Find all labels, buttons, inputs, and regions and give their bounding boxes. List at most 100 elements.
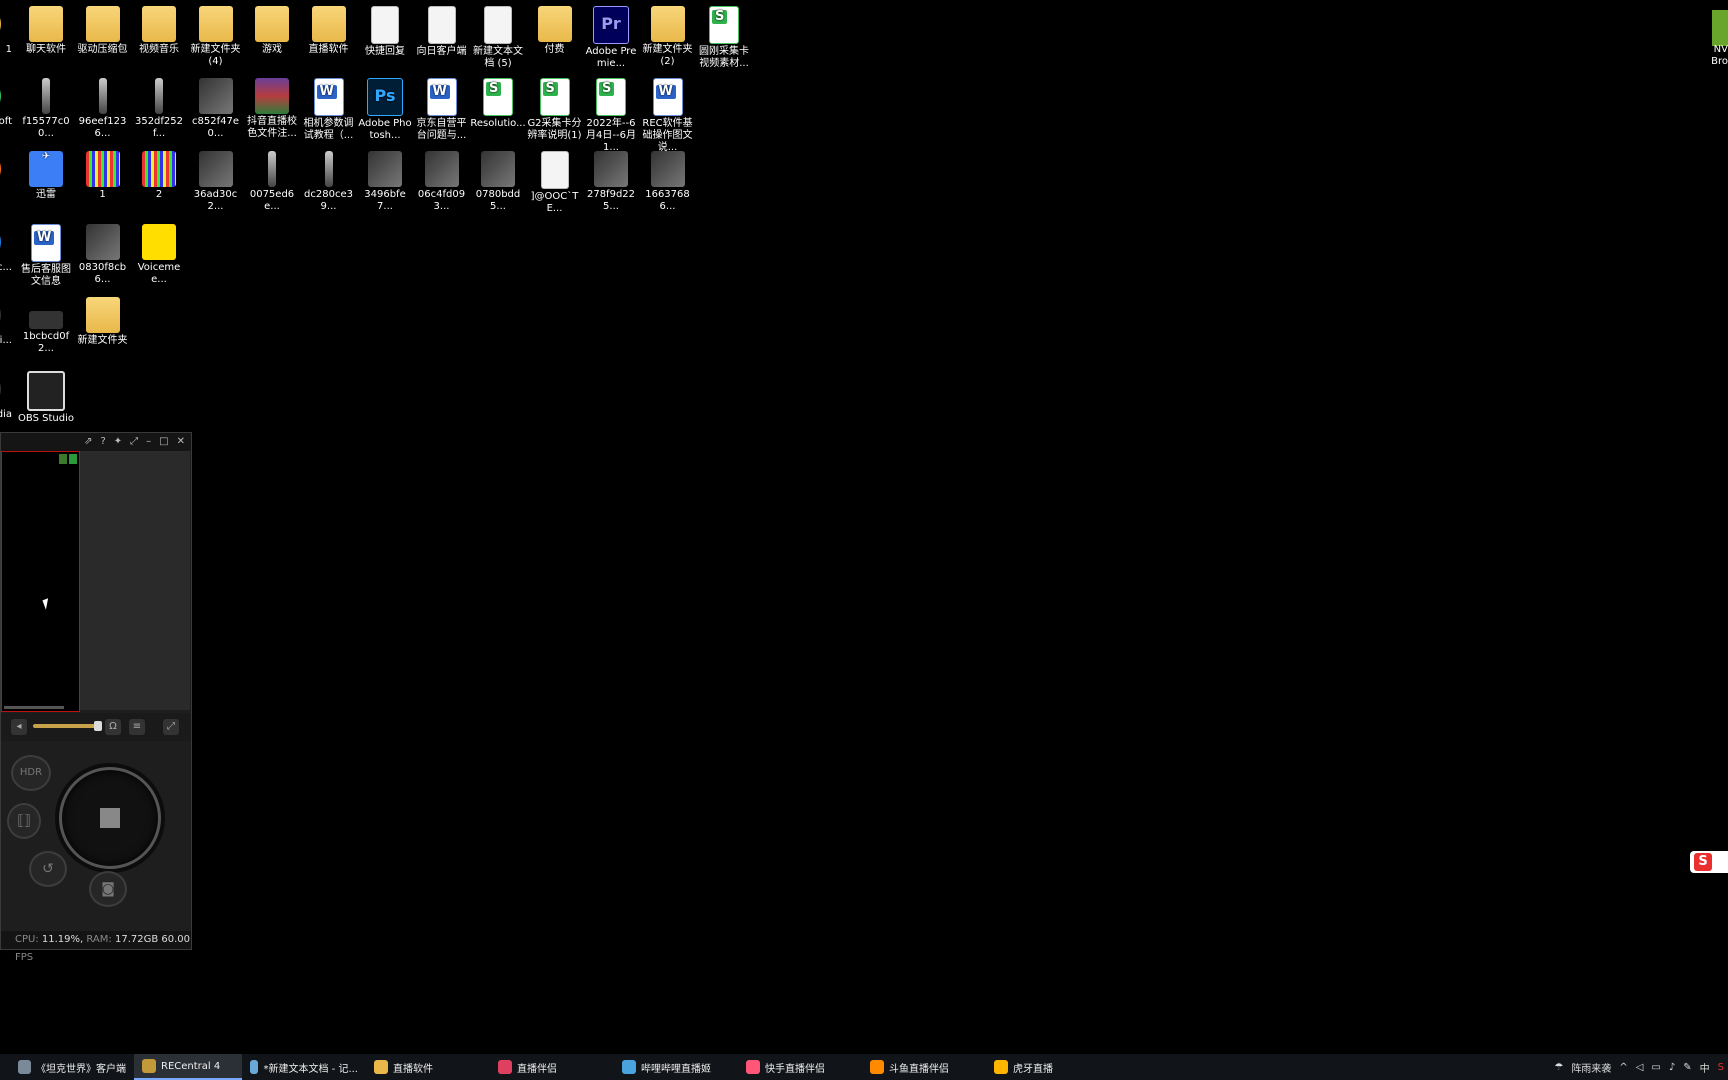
sogou-ime-bar[interactable]: S	[1690, 851, 1728, 873]
weather-text[interactable]: 阵雨来袭	[1571, 1060, 1611, 1075]
preview-pane[interactable]	[1, 451, 80, 712]
desktop-icon[interactable]: 352df252f...	[131, 78, 187, 140]
strip-icon	[268, 151, 276, 187]
taskbar-item[interactable]: 快手直播伴侣	[738, 1054, 862, 1080]
folder-icon	[198, 6, 233, 42]
desktop-icon[interactable]: 1bcbcd0f2...	[18, 297, 74, 355]
desktop-icon[interactable]: 驱动压缩包	[75, 6, 131, 56]
desktop-icon-partial[interactable]: dia	[0, 371, 12, 421]
desktop-icon[interactable]: Voicemee...	[131, 224, 187, 286]
hdr-button[interactable]: HDR	[11, 755, 51, 791]
doc-icon	[427, 6, 456, 44]
desktop-icon[interactable]: 抖音直播校色文件注...	[244, 78, 300, 140]
desktop-icon[interactable]: 1	[75, 151, 131, 201]
snapshot-camera-icon[interactable]: ◙	[89, 871, 127, 907]
desktop-icon[interactable]: 相机参数调试教程（...	[301, 78, 357, 142]
chevron-up-icon[interactable]: ^	[1619, 1062, 1627, 1073]
popout-icon[interactable]: ⇗	[84, 435, 92, 449]
compact-icon[interactable]: ⤢	[130, 435, 138, 449]
taskbar-item[interactable]: 《坦克世界》客户端	[10, 1054, 134, 1080]
pin-icon[interactable]: ✦	[114, 435, 122, 449]
split-icon[interactable]: ⟦⟧	[7, 803, 41, 839]
fullscreen-icon[interactable]: ⤢	[163, 719, 179, 735]
desktop-icon-partial[interactable]: di...	[0, 297, 12, 347]
taskbar-item[interactable]: 直播伴侣	[490, 1054, 614, 1080]
desktop-icon-label: 圆刚采集卡视频素材...	[699, 46, 749, 69]
taskbar-item[interactable]: 哔哩哔哩直播姬	[614, 1054, 738, 1080]
desktop-icon[interactable]: 0830f8cb6...	[75, 224, 131, 286]
close-button[interactable]: ✕	[177, 435, 185, 449]
network-icon[interactable]: ▭	[1651, 1062, 1660, 1073]
desktop-icon[interactable]: 0780bdd5...	[470, 151, 526, 213]
desktop-icon[interactable]: Resolutio...	[470, 78, 526, 130]
desktop-icon[interactable]: 2022年--6月4日--6月1...	[583, 78, 639, 154]
desktop-icon[interactable]: 聊天软件	[18, 6, 74, 56]
desktop-icon-label: Voicemee...	[137, 262, 181, 285]
excel-icon	[483, 78, 513, 116]
mic-icon[interactable]: ♪	[1669, 1062, 1675, 1073]
taskbar-item[interactable]: 直播软件	[366, 1054, 490, 1080]
pen-icon[interactable]: ✎	[1683, 1062, 1691, 1073]
volume-slider-handle[interactable]	[94, 721, 102, 731]
desktop-icon[interactable]: 278f9d225...	[583, 151, 639, 213]
desktop-icon[interactable]: 新建文件夹 (2)	[640, 6, 696, 68]
replay-icon[interactable]: ↺	[29, 851, 67, 887]
desktop-icon[interactable]: 直播软件	[301, 6, 357, 56]
desktop-icon[interactable]: 游戏	[244, 6, 300, 56]
desktop-icon[interactable]: 快捷回复	[357, 6, 413, 58]
stop-record-button[interactable]	[59, 767, 161, 869]
desktop-icon[interactable]: dc280ce39...	[301, 151, 357, 213]
desktop-icon[interactable]: 36ad30c2...	[188, 151, 244, 213]
desktop-icon[interactable]: 向日客户端	[414, 6, 470, 58]
volume-slider[interactable]	[33, 721, 102, 731]
desktop-icon[interactable]: OBS Studio	[18, 371, 74, 425]
folder-icon	[311, 6, 346, 42]
nvidia-broadcast-icon[interactable]	[1712, 10, 1728, 46]
sogou-tray-icon[interactable]: S	[1718, 1062, 1724, 1073]
desktop-icon[interactable]: 京东自营平台问题与...	[414, 78, 470, 142]
desktop-icon[interactable]: 16637686...	[640, 151, 696, 213]
desktop-icon[interactable]: Pr Adobe Premie...	[583, 6, 639, 70]
stop-icon	[100, 808, 120, 828]
taskbar-item[interactable]: 斗鱼直播伴侣	[862, 1054, 986, 1080]
desktop-icon[interactable]: 新建文件夹	[75, 297, 131, 347]
desktop-icon[interactable]: 2	[131, 151, 187, 201]
maximize-button[interactable]: □	[159, 435, 168, 449]
desktop-icon[interactable]: ]@OOC`TE...	[527, 151, 583, 215]
recentral-titlebar: ⇗ ? ✦ ⤢ – □ ✕	[1, 433, 191, 451]
thumb-icon	[368, 151, 402, 187]
desktop-icon[interactable]: 96eef1236...	[75, 78, 131, 140]
desktop-icon-partial[interactable]: oft	[0, 78, 12, 128]
desktop-icon[interactable]: 圆刚采集卡视频素材...	[696, 6, 752, 70]
desktop-icon[interactable]: 06c4fd093...	[414, 151, 470, 213]
desktop-icon-partial[interactable]	[0, 151, 12, 189]
desktop-icon[interactable]: 视频音乐	[131, 6, 187, 56]
desktop-icon-partial[interactable]: _c...	[0, 224, 12, 274]
desktop-icon[interactable]: REC软件基础操作图文说...	[640, 78, 696, 154]
speaker-icon[interactable]: ◂	[11, 719, 27, 735]
desktop-icon[interactable]: 3496bfe7...	[357, 151, 413, 213]
desktop-icon[interactable]: 0075ed6e...	[244, 151, 300, 213]
weather-icon[interactable]: ☂	[1554, 1062, 1563, 1073]
ime-indicator[interactable]: 中	[1700, 1060, 1710, 1075]
headphone-icon[interactable]: Ω	[105, 719, 121, 735]
help-icon[interactable]: ?	[100, 435, 105, 449]
taskbar-item[interactable]: RECentral 4	[134, 1054, 242, 1080]
taskbar-item[interactable]: 虎牙直播	[986, 1054, 1110, 1080]
desktop-icon[interactable]: 付费	[527, 6, 583, 56]
start-edge[interactable]	[0, 1054, 10, 1080]
desktop-icon[interactable]: G2采集卡分辨率说明(1)	[527, 78, 583, 142]
desktop-icon[interactable]: ✈ 迅雷	[18, 151, 74, 201]
desktop-icon[interactable]: 新建文件夹 (4)	[188, 6, 244, 68]
mixer-icon[interactable]: ≡	[129, 719, 145, 735]
desktop-icon-label: 1	[5, 44, 12, 55]
desktop-icon[interactable]: 新建文本文档 (5)	[470, 6, 526, 70]
desktop-icon-partial[interactable]: 1	[0, 6, 12, 56]
desktop-icon[interactable]: f15577c00...	[18, 78, 74, 140]
minimize-button[interactable]: –	[146, 435, 151, 449]
desktop-icon[interactable]: c852f47e0...	[188, 78, 244, 140]
taskbar-item[interactable]: *新建文本文档 - 记...	[242, 1054, 366, 1080]
desktop-icon[interactable]: 售后客服图文信息	[18, 224, 74, 288]
desktop-icon[interactable]: Ps Adobe Photosh...	[357, 78, 413, 142]
volume-icon[interactable]: ◁	[1636, 1062, 1644, 1073]
